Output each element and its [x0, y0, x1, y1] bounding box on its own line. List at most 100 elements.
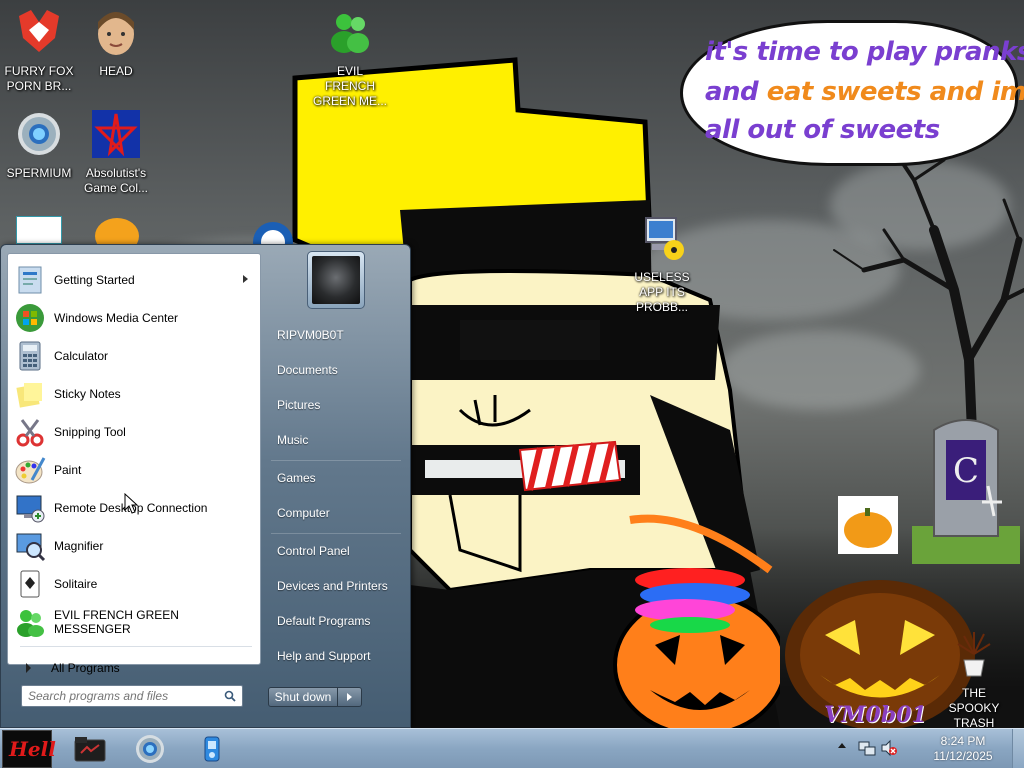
tombstone-picture: C: [912, 419, 1020, 564]
show-desktop-button[interactable]: [1012, 729, 1024, 768]
evil-french-messenger-desktop-icon[interactable]: EVIL FRENCH GREEN ME...: [312, 8, 388, 109]
program-getting-started[interactable]: Getting Started: [10, 262, 258, 298]
program-label: Paint: [54, 463, 82, 477]
all-programs-button[interactable]: All Programs: [18, 656, 254, 680]
icon-label: THE SPOOKY TRASH: [948, 686, 1000, 728]
start-menu-programs-pane: Getting Started Windows Media Center Cal…: [7, 253, 261, 675]
volume-muted-icon[interactable]: [880, 739, 898, 757]
shutdown-options-button[interactable]: [338, 687, 362, 707]
place-control-panel[interactable]: Control Panel: [269, 536, 405, 566]
icon-label: EVIL FRENCH GREEN ME...: [312, 64, 387, 108]
place-documents[interactable]: Documents: [269, 355, 405, 385]
paint-icon: [15, 457, 46, 484]
program-solitaire[interactable]: Solitaire: [10, 566, 258, 602]
place-user-folder[interactable]: RIPVM0B0T: [269, 320, 405, 350]
spermium-browser-icon: [18, 113, 60, 155]
program-calculator[interactable]: Calculator: [10, 338, 258, 374]
places-separator: [271, 460, 401, 461]
taskbar: Hell 8:24 PM 11/12/2025: [0, 728, 1024, 768]
absolutist-game-desktop-icon[interactable]: Absolutist's Game Col...: [78, 110, 154, 196]
search-icon[interactable]: [224, 690, 236, 702]
program-label: Solitaire: [54, 577, 98, 591]
speech-line-2a: and: [705, 77, 767, 107]
user-account-picture[interactable]: [307, 251, 365, 309]
taskbar-spermium-browser[interactable]: [122, 732, 178, 766]
program-windows-media-center[interactable]: Windows Media Center: [10, 300, 258, 336]
trash-plant-icon: [957, 632, 991, 677]
useless-app-desktop-icon[interactable]: USELESS APP ITS PROBB...: [624, 214, 700, 315]
all-programs-arrow-icon: [26, 663, 31, 673]
calculator-icon: [19, 341, 41, 371]
search-input[interactable]: [28, 688, 218, 704]
program-label: Calculator: [54, 349, 109, 363]
icon-label: Absolutist's Game Col...: [83, 166, 149, 195]
icon-label: SPERMIUM: [6, 166, 72, 180]
clock-time: 8:24 PM: [940, 734, 986, 748]
program-label: Snipping Tool: [54, 425, 126, 439]
program-label: EVIL FRENCH GREEN MESSENGER: [54, 608, 179, 636]
speech-line-3: all out of sweets: [705, 115, 940, 145]
remote-desktop-icon: [16, 495, 45, 523]
computer-radiation-icon: [645, 217, 684, 260]
place-help-and-support[interactable]: Help and Support: [269, 641, 405, 671]
clock-date: 11/12/2025: [933, 749, 993, 763]
place-music[interactable]: Music: [269, 425, 405, 455]
speech-line-2b: eat sweets and im: [766, 77, 1024, 107]
start-menu: Getting Started Windows Media Center Cal…: [0, 244, 411, 728]
program-snipping-tool[interactable]: Snipping Tool: [10, 414, 258, 450]
partial-window-icon: [16, 216, 62, 244]
head-icon: [98, 12, 134, 55]
program-evil-french-messenger[interactable]: EVIL FRENCH GREEN MESSENGER: [10, 604, 258, 640]
shutdown-button[interactable]: Shut down: [268, 687, 338, 707]
program-label: Sticky Notes: [54, 387, 121, 401]
start-search-box[interactable]: [21, 685, 243, 707]
program-sticky-notes[interactable]: Sticky Notes: [10, 376, 258, 412]
messenger-people-icon: [331, 14, 369, 53]
absolutist-game-icon: [92, 110, 140, 158]
media-center-icon: [16, 304, 44, 332]
all-programs-label: All Programs: [51, 661, 120, 675]
getting-started-icon: [18, 266, 42, 294]
speech-bubble: it's time to play pranks and eat sweets …: [680, 20, 1024, 166]
taskbar-file-explorer[interactable]: [62, 732, 118, 766]
taskbar-media-app[interactable]: [184, 732, 240, 766]
icon-label: USELESS APP ITS PROBB...: [634, 270, 690, 314]
svg-text:C: C: [953, 451, 979, 491]
pane-separator: [20, 646, 252, 647]
place-default-programs[interactable]: Default Programs: [269, 606, 405, 636]
start-button[interactable]: Hell: [2, 730, 56, 768]
magnifier-icon: [16, 533, 46, 562]
media-player-icon: [204, 736, 220, 762]
dark-folder-icon: [74, 737, 106, 762]
network-icon[interactable]: [858, 739, 876, 757]
program-paint[interactable]: Paint: [10, 452, 258, 488]
place-devices-and-printers[interactable]: Devices and Printers: [269, 571, 405, 601]
submenu-arrow-icon: [243, 275, 248, 283]
program-label: Getting Started: [54, 273, 135, 287]
partial-logo-icon: [253, 222, 293, 244]
icon-label: HEAD: [99, 64, 133, 78]
vm-watermark: VM0b01: [824, 702, 927, 728]
furry-fox-icon: [19, 10, 59, 52]
place-computer[interactable]: Computer: [269, 498, 405, 528]
head-desktop-icon[interactable]: HEAD: [78, 8, 154, 79]
sticky-notes-icon: [16, 383, 42, 408]
places-separator: [271, 533, 401, 534]
furry-fox-desktop-icon[interactable]: FURRY FOX PORN BR...: [1, 8, 77, 94]
pumpkin-picture: [838, 496, 898, 554]
messenger-icon: [17, 610, 44, 637]
speech-line-1: it's time to play pranks: [705, 37, 1024, 67]
program-label: Magnifier: [54, 539, 104, 553]
icon-label: FURRY FOX PORN BR...: [4, 64, 74, 93]
spermium-desktop-icon[interactable]: SPERMIUM: [1, 110, 77, 181]
taskbar-clock[interactable]: 8:24 PM 11/12/2025: [924, 734, 1002, 764]
place-games[interactable]: Games: [269, 463, 405, 493]
program-magnifier[interactable]: Magnifier: [10, 528, 258, 564]
snipping-tool-icon: [16, 419, 44, 447]
mouse-cursor-icon: [124, 493, 138, 514]
partial-pumpkin-icon: [95, 218, 139, 244]
show-hidden-icons-arrow-icon[interactable]: [838, 743, 846, 748]
speech-line-2: and eat sweets and im: [705, 77, 1024, 107]
place-pictures[interactable]: Pictures: [269, 390, 405, 420]
spooky-trash-desktop-icon[interactable]: THE SPOOKY TRASH: [936, 630, 1012, 728]
